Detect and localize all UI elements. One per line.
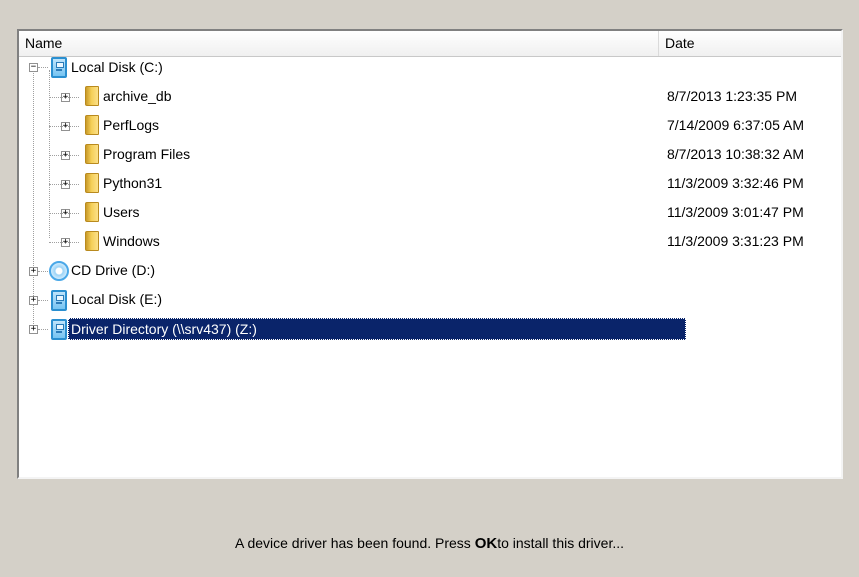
- expand-icon[interactable]: +: [29, 267, 38, 276]
- tree-line: [49, 213, 79, 214]
- expand-icon[interactable]: +: [29, 296, 38, 305]
- collapse-icon[interactable]: −: [29, 63, 38, 72]
- tree-line: [49, 242, 79, 243]
- folder-icon: [85, 144, 99, 164]
- tree-item-label[interactable]: Driver Directory (\\srv437) (Z:): [68, 318, 686, 340]
- status-message: A device driver has been found. Press OK…: [0, 535, 859, 552]
- column-header-name[interactable]: Name: [19, 31, 659, 56]
- network-drive-icon: [51, 319, 67, 340]
- expand-icon[interactable]: +: [29, 325, 38, 334]
- disk-icon: [51, 290, 67, 311]
- column-header: Name Date: [19, 31, 841, 57]
- tree-item-z-drive[interactable]: + Driver Directory (\\srv437) (Z:): [19, 318, 841, 347]
- item-date: 7/14/2009 6:37:05 AM: [667, 117, 804, 133]
- tree-line: [38, 329, 48, 330]
- item-date: 11/3/2009 3:01:47 PM: [667, 204, 804, 220]
- tree-line: [49, 97, 79, 98]
- tree-line: [49, 184, 79, 185]
- tree-line: [38, 300, 48, 301]
- status-prefix: A device driver has been found. Press: [234, 535, 475, 551]
- drive-tree-view[interactable]: Name Date − Local Disk (C:) + archive_db…: [17, 29, 843, 479]
- tree-item-label[interactable]: CD Drive (D:): [68, 259, 158, 281]
- folder-icon: [85, 202, 99, 222]
- tree-item-folder[interactable]: + archive_db 8/7/2013 1:23:35 PM: [19, 85, 841, 114]
- tree-item-folder[interactable]: + Program Files 8/7/2013 10:38:32 AM: [19, 143, 841, 172]
- folder-icon: [85, 173, 99, 193]
- column-header-date[interactable]: Date: [659, 31, 841, 56]
- tree-item-label[interactable]: Program Files: [100, 143, 193, 165]
- driver-install-dialog: Name Date − Local Disk (C:) + archive_db…: [0, 0, 859, 577]
- item-date: 8/7/2013 1:23:35 PM: [667, 88, 797, 104]
- tree-item-c-drive[interactable]: − Local Disk (C:): [19, 56, 841, 85]
- folder-icon: [85, 86, 99, 106]
- tree-item-e-drive[interactable]: + Local Disk (E:): [19, 288, 841, 317]
- tree-item-label[interactable]: archive_db: [100, 85, 175, 107]
- tree-item-label[interactable]: Users: [100, 201, 143, 223]
- status-ok-text: OK: [474, 535, 498, 552]
- tree-item-label[interactable]: Local Disk (C:): [68, 56, 166, 78]
- tree-line: [38, 67, 48, 68]
- cd-icon: [49, 261, 69, 281]
- tree-item-d-drive[interactable]: + CD Drive (D:): [19, 259, 841, 288]
- tree-line: [49, 155, 79, 156]
- folder-icon: [85, 231, 99, 251]
- tree-item-label[interactable]: Windows: [100, 230, 163, 252]
- folder-icon: [85, 115, 99, 135]
- tree-line: [38, 271, 48, 272]
- tree-item-folder[interactable]: + Python31 11/3/2009 3:32:46 PM: [19, 172, 841, 201]
- disk-icon: [51, 57, 67, 78]
- tree-item-folder[interactable]: + Windows 11/3/2009 3:31:23 PM: [19, 230, 841, 259]
- item-date: 8/7/2013 10:38:32 AM: [667, 146, 804, 162]
- tree-line: [49, 126, 79, 127]
- tree-item-label[interactable]: PerfLogs: [100, 114, 162, 136]
- tree-item-label[interactable]: Local Disk (E:): [68, 288, 165, 310]
- tree-item-folder[interactable]: + PerfLogs 7/14/2009 6:37:05 AM: [19, 114, 841, 143]
- item-date: 11/3/2009 3:31:23 PM: [667, 233, 804, 249]
- item-date: 11/3/2009 3:32:46 PM: [667, 175, 804, 191]
- tree-item-label[interactable]: Python31: [100, 172, 165, 194]
- tree-item-folder[interactable]: + Users 11/3/2009 3:01:47 PM: [19, 201, 841, 230]
- status-suffix: to install this driver...: [497, 535, 625, 551]
